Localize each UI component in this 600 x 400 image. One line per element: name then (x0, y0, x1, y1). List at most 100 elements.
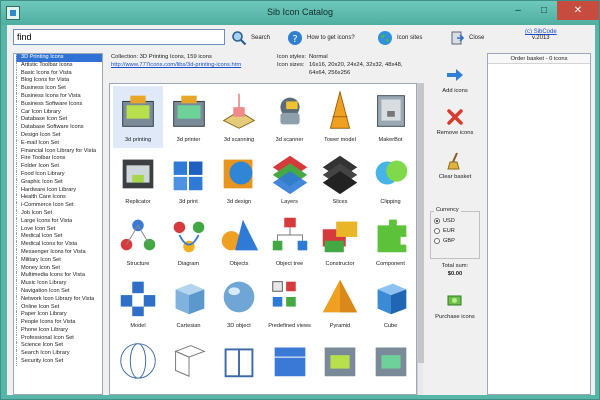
icon-cell[interactable]: Cartesian (164, 272, 214, 334)
icon-cell[interactable] (315, 334, 365, 394)
icon-cell[interactable] (366, 334, 416, 394)
radio-dot (434, 218, 440, 224)
category-item[interactable]: Blog Icons for Vista (16, 77, 102, 86)
icon-preview (322, 155, 358, 195)
category-item[interactable]: Professional Icon Set (16, 334, 102, 343)
category-item[interactable]: Science Icon Set (16, 342, 102, 351)
category-item[interactable]: Online Icon Set (16, 303, 102, 312)
title-bar[interactable]: Sib Icon Catalog – □ ✕ (1, 1, 599, 25)
category-item[interactable]: Navigation Icon Set (16, 287, 102, 296)
category-item[interactable]: Folder Icon Set (16, 163, 102, 171)
icon-cell[interactable] (113, 334, 163, 394)
category-item[interactable]: Network Icon Library for Vista (16, 295, 102, 304)
icon-cell[interactable]: Predefined views (265, 272, 315, 334)
category-item[interactable]: Business Software Icons (16, 100, 102, 109)
category-item[interactable]: 3D Printing Icons (16, 54, 102, 62)
how-to-get-icons-button[interactable]: ? How to get icons? (287, 27, 355, 49)
icon-cell[interactable]: 3d scanning (214, 86, 264, 148)
icon-cell[interactable]: Object tree (265, 210, 315, 272)
icon-cell[interactable]: 3D object (214, 272, 264, 334)
category-item[interactable]: Paper Icon Library (16, 311, 102, 320)
category-item[interactable]: Job Icon Set (16, 209, 102, 218)
currency-option-usd[interactable]: USD (434, 216, 476, 226)
minimize-button[interactable]: – (505, 1, 531, 20)
icon-cell[interactable]: Component (366, 210, 416, 272)
category-item[interactable]: Military Icon Set (16, 256, 102, 265)
category-item[interactable]: Financial Icon Library for Vista (16, 147, 102, 156)
currency-option-eur[interactable]: EUR (434, 226, 476, 236)
category-item[interactable]: Database Icon Set (16, 116, 102, 125)
category-item[interactable]: Messenger Icons for Vista (16, 248, 102, 257)
icon-cell[interactable]: MakerBot (366, 86, 416, 148)
icon-cell[interactable]: Diagram (164, 210, 214, 272)
category-item[interactable]: Search Icon Library (16, 350, 102, 359)
category-item[interactable]: i-Commerce Icon Set (16, 202, 102, 210)
category-item[interactable]: Love Icon Set (16, 225, 102, 234)
icon-cell[interactable]: Clipping (366, 148, 416, 210)
category-item[interactable]: Medical Icon Set (16, 233, 102, 242)
category-item[interactable]: Car Icon Library (16, 108, 102, 117)
search-button[interactable]: Search (231, 27, 270, 49)
category-list[interactable]: 3D Printing Icons Artistic Toolbar Icons B… (13, 53, 103, 395)
category-item[interactable]: Hardware Icon Library (16, 186, 102, 195)
category-item[interactable]: Food Icon Library (16, 170, 102, 179)
category-item[interactable]: E-mail Icon Set (16, 139, 102, 148)
category-item[interactable]: Multimedia Icons for Vista (16, 272, 102, 281)
icon-cell[interactable]: Replicator (113, 148, 163, 210)
currency-option-gbp[interactable]: GBP (434, 236, 476, 246)
category-item[interactable]: Business Icons for Vista (16, 92, 102, 101)
icon-cell[interactable]: Layers (265, 148, 315, 210)
icon-cell[interactable]: Structure (113, 210, 163, 272)
icon-cell[interactable]: Tower model (315, 86, 365, 148)
category-item[interactable]: Large Icons for Vista (16, 217, 102, 226)
client-area: Search ? How to get icons? Icon sites Cl… (7, 25, 595, 395)
icon-preview (329, 89, 351, 129)
icon-cell[interactable]: Cube (366, 272, 416, 334)
icon-cell[interactable]: Model (113, 272, 163, 334)
search-icon (232, 31, 247, 46)
icon-cell[interactable]: Constructor (315, 210, 365, 272)
grid-scrollbar[interactable] (417, 83, 424, 395)
category-item[interactable]: Money Icon Set (16, 264, 102, 273)
category-item[interactable]: Basic Icons for Vista (16, 69, 102, 78)
icon-cell[interactable]: 3d scanner (265, 86, 315, 148)
category-item[interactable]: Health Care Icons (16, 194, 102, 203)
scrollbar-thumb[interactable] (418, 83, 424, 363)
icon-cell[interactable]: Objects (214, 210, 264, 272)
icon-grid[interactable]: 3d printing 3d printer 3d scanning 3d scann… (109, 83, 417, 395)
icon-cell[interactable]: Slices (315, 148, 365, 210)
close-button[interactable]: Close (449, 27, 484, 49)
icon-cell[interactable]: 3d printing (113, 86, 163, 148)
search-input[interactable] (13, 29, 225, 45)
icon-cell[interactable] (265, 334, 315, 394)
collection-url[interactable]: http://www.777icons.com/libs/3d-printing… (111, 61, 241, 69)
category-item[interactable]: Business Icon Set (16, 85, 102, 93)
icon-cell[interactable]: Pyramid (315, 272, 365, 334)
icon-cell[interactable] (214, 334, 264, 394)
remove-icons-button[interactable]: Remove icons (427, 107, 483, 136)
category-item[interactable]: Graphic Icon Set (16, 178, 102, 187)
icon-sites-button[interactable]: Icon sites (377, 27, 422, 49)
category-item[interactable]: Phone Icon Library (16, 326, 102, 335)
icon-preview (377, 283, 406, 315)
category-item[interactable]: Artistic Toolbar Icons (16, 61, 102, 70)
icon-cell[interactable] (164, 334, 214, 394)
icon-cell[interactable]: 3d design (214, 148, 264, 210)
order-basket[interactable]: Order basket - 0 icons (487, 53, 591, 395)
category-item[interactable]: Medical Icons for Vista (16, 241, 102, 249)
maximize-button[interactable]: □ (531, 1, 557, 20)
icon-cell[interactable]: 3d printer (164, 86, 214, 148)
category-item[interactable]: People Icons for Vista (16, 319, 102, 327)
close-window-button[interactable]: ✕ (557, 1, 599, 20)
add-icons-button[interactable]: Add icons (427, 65, 483, 94)
category-item[interactable]: Database Software Icons (16, 124, 102, 132)
category-item[interactable]: Security Icon Set (16, 358, 102, 366)
icon-preview (173, 345, 206, 377)
clear-basket-button[interactable]: Clear basket (427, 151, 483, 180)
purchase-icons-button[interactable]: Purchase icons (427, 265, 483, 320)
category-item[interactable]: Fire Toolbar Icons (16, 155, 102, 164)
category-item[interactable]: Design Icon Set (16, 131, 102, 140)
version-label: v.2013 (532, 35, 550, 41)
icon-cell[interactable]: 3d print (164, 148, 214, 210)
category-item[interactable]: Music Icon Library (16, 280, 102, 288)
